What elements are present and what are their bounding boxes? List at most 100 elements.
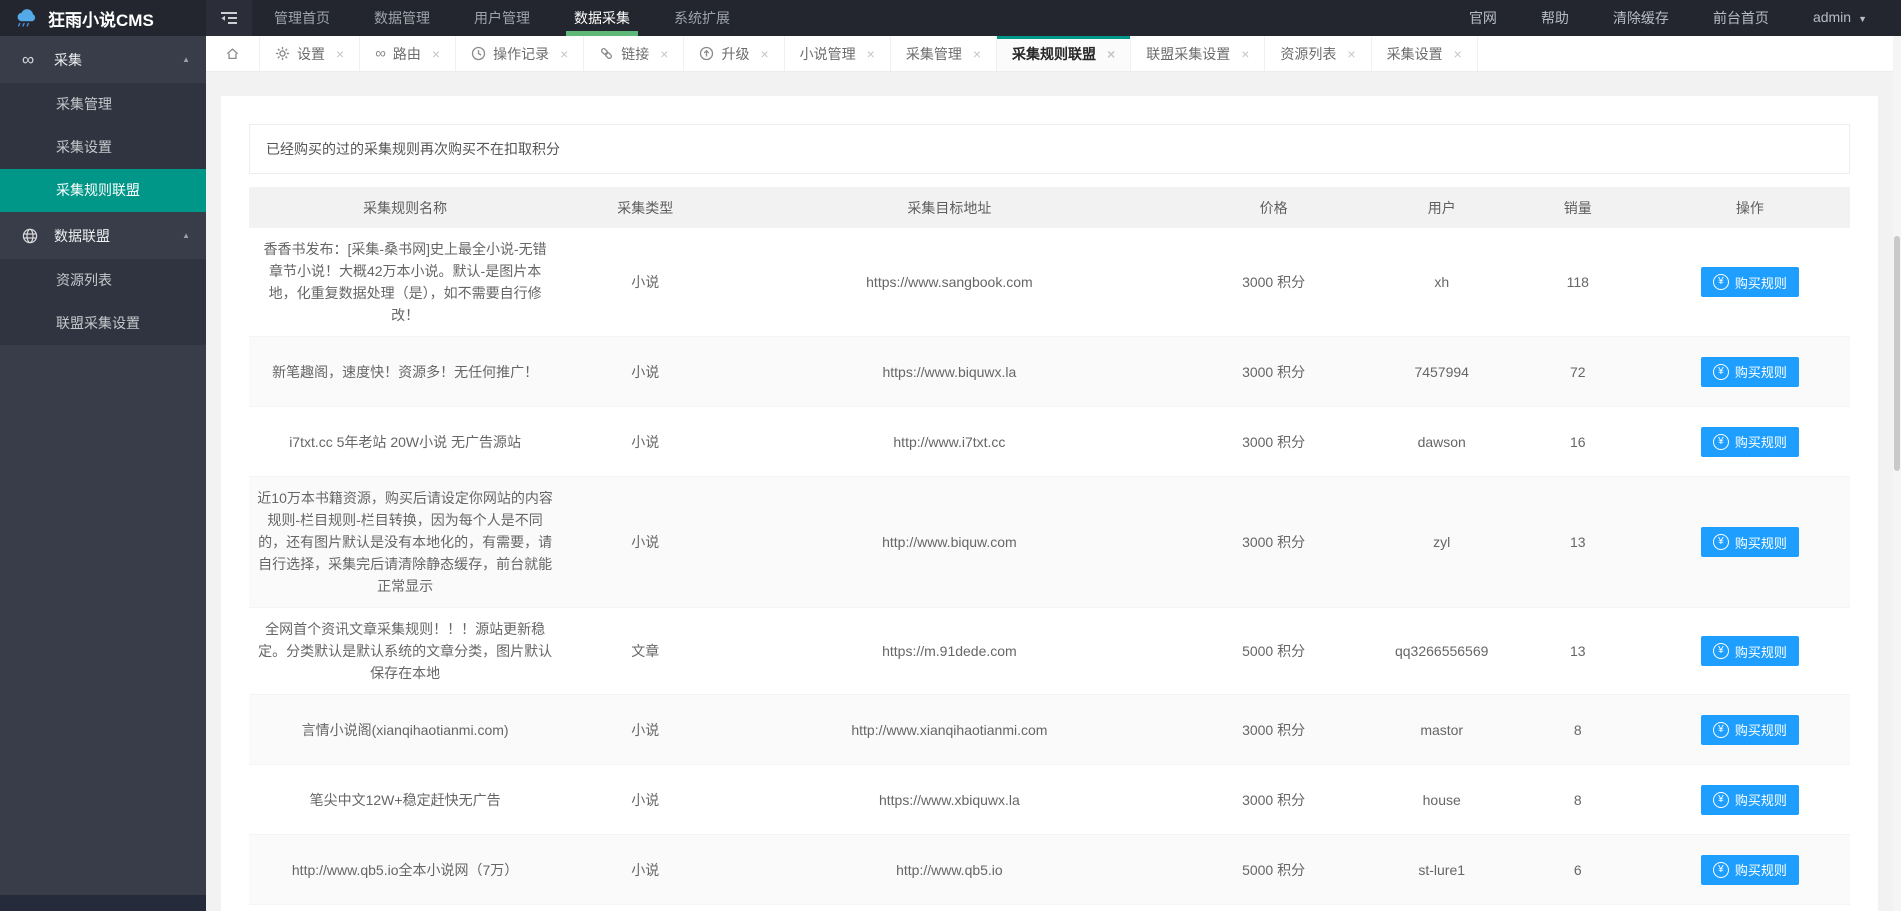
sidebar-item[interactable]: 采集管理 [0, 83, 206, 126]
buy-rule-label: 购买规则 [1735, 432, 1787, 451]
table-row: 近10万本书籍资源，购买后请设定你网站的内容规则-栏目规则-栏目转换，因为每个人… [249, 477, 1850, 608]
cell-sales: 8 [1506, 765, 1650, 835]
topnav-item[interactable]: 用户管理 [452, 0, 552, 36]
user-menu[interactable]: admin▼ [1791, 0, 1889, 37]
sidebar-section-label: 采集 [54, 50, 82, 70]
cell-user: house [1378, 765, 1506, 835]
tab-close-icon[interactable]: × [1347, 46, 1355, 62]
topnav-item[interactable]: 管理首页 [252, 0, 352, 36]
cell-type: 小说 [561, 695, 729, 765]
sidebar-item[interactable]: 采集规则联盟 [0, 169, 206, 212]
tab-home[interactable] [206, 36, 260, 71]
tab-item[interactable]: 联盟采集设置× [1131, 36, 1265, 71]
tab-item[interactable]: 操作记录 × [456, 36, 584, 71]
buy-rule-button[interactable]: ¥购买规则 [1701, 715, 1799, 745]
tab-item[interactable]: 链接 × [584, 36, 684, 71]
column-header: 采集规则名称 [249, 187, 561, 228]
table-row: 新笔趣阁，速度快！资源多！无任何推广！小说https://www.biquwx.… [249, 337, 1850, 407]
table-row: 香香书发布：[采集-桑书网]史上最全小说-无错章节小说！大概42万本小说。默认-… [249, 228, 1850, 337]
cell-action: ¥购买规则 [1650, 407, 1850, 477]
cell-price: 5000 积分 [1170, 835, 1378, 905]
cell-type: 小说 [561, 407, 729, 477]
tab-close-icon[interactable]: × [867, 46, 875, 62]
topnav-item[interactable]: 系统扩展 [652, 0, 752, 36]
topnav-right-item[interactable]: 官网 [1447, 0, 1519, 36]
chevron-up-icon: ▲ [182, 231, 190, 240]
tab-label: 采集规则联盟 [1012, 44, 1096, 64]
tab-close-icon[interactable]: × [1107, 46, 1115, 62]
cell-name: 笔尖中文12W+稳定赶快无广告 [249, 765, 561, 835]
topnav-right-item[interactable]: 前台首页 [1691, 0, 1791, 36]
topnav-right-item[interactable]: 帮助 [1519, 0, 1591, 36]
cell-name: i7txt.cc 5年老站 20W小说 无广告源站 [249, 407, 561, 477]
table-header-row: 采集规则名称采集类型采集目标地址价格用户销量操作 [249, 187, 1850, 228]
yen-circle-icon: ¥ [1713, 792, 1729, 808]
tab-item[interactable]: 升级 × [684, 36, 784, 71]
sidebar-section-header[interactable]: 数据联盟▲ [0, 212, 206, 259]
buy-rule-button[interactable]: ¥购买规则 [1701, 427, 1799, 457]
cell-sales: 16 [1506, 407, 1650, 477]
tab-label: 资源列表 [1280, 44, 1336, 64]
cell-url: https://www.230book.net [729, 905, 1169, 911]
tab-item[interactable]: 小说管理× [785, 36, 891, 71]
cell-user: 小鸡炖蘑菇 [1378, 905, 1506, 911]
sidebar-submenu: 采集管理采集设置采集规则联盟 [0, 83, 206, 212]
buy-rule-button[interactable]: ¥ 购买规则 [1701, 785, 1799, 815]
tab-item[interactable]: 采集规则联盟 × [997, 36, 1131, 71]
buy-rule-button[interactable]: ¥购买规则 [1701, 357, 1799, 387]
sidebar-item[interactable]: 采集设置 [0, 126, 206, 169]
cell-action: ¥ 购买规则 [1650, 765, 1850, 835]
topnav-right-item[interactable]: 清除缓存 [1591, 0, 1691, 36]
buy-rule-button[interactable]: ¥购买规则 [1701, 855, 1799, 885]
tab-item[interactable]: 设置× [260, 36, 360, 71]
tab-item[interactable]: ∞路由× [360, 36, 456, 71]
main-content: 已经购买的过的采集规则再次购买不在扣取积分 采集规则名称采集类型采集目标地址价格… [206, 72, 1893, 911]
tab-close-icon[interactable]: × [336, 46, 344, 62]
column-header: 价格 [1170, 187, 1378, 228]
buy-rule-button[interactable]: ¥购买规则 [1701, 267, 1799, 297]
top-nav: 管理首页数据管理用户管理数据采集系统扩展 [252, 0, 752, 36]
tab-label: 升级 [721, 44, 749, 64]
topnav-item[interactable]: 数据管理 [352, 0, 452, 36]
table-row: 言情小说阁(xianqihaotianmi.com)小说http://www.x… [249, 695, 1850, 765]
home-icon [225, 46, 240, 61]
cell-url: https://www.biquwx.la [729, 337, 1169, 407]
scrollbar-thumb[interactable] [1894, 236, 1900, 471]
buy-rule-label: 购买规则 [1735, 790, 1787, 809]
tab-close-icon[interactable]: × [1241, 46, 1249, 62]
tab-label: 操作记录 [493, 44, 549, 64]
tab-close-icon[interactable]: × [432, 46, 440, 62]
cell-type: 小说 [561, 337, 729, 407]
clock-icon [471, 46, 486, 61]
cell-url: https://m.91dede.com [729, 608, 1169, 695]
user-name: admin [1813, 9, 1851, 25]
tab-close-icon[interactable]: × [560, 46, 568, 62]
table-row: 顶点小说230book.net小说https://www.230book.net… [249, 905, 1850, 911]
tab-close-icon[interactable]: × [660, 46, 668, 62]
tab-item[interactable]: 采集设置× [1372, 36, 1478, 71]
tab-close-icon[interactable]: × [760, 46, 768, 62]
sidebar-item[interactable]: 资源列表 [0, 259, 206, 302]
vertical-scrollbar[interactable] [1893, 36, 1901, 911]
cell-user: qq3266556569 [1378, 608, 1506, 695]
app-logo[interactable]: 狂雨小说CMS [0, 0, 206, 36]
buy-rule-button[interactable]: ¥购买规则 [1701, 527, 1799, 557]
sidebar-item[interactable]: 联盟采集设置 [0, 302, 206, 345]
buy-rule-button[interactable]: ¥购买规则 [1701, 636, 1799, 666]
collapse-sidebar-icon[interactable] [206, 0, 252, 36]
cell-type: 小说 [561, 765, 729, 835]
tab-item[interactable]: 资源列表 × [1265, 36, 1371, 71]
cell-action: ¥购买规则 [1650, 835, 1850, 905]
cell-action: ¥购买规则 [1650, 477, 1850, 608]
tab-close-icon[interactable]: × [973, 46, 981, 62]
chevron-up-icon: ▲ [182, 55, 190, 64]
tab-item[interactable]: 采集管理× [891, 36, 997, 71]
cell-type: 小说 [561, 905, 729, 911]
sidebar-section-header[interactable]: ∞采集▲ [0, 36, 206, 83]
topnav-item[interactable]: 数据采集 [552, 0, 652, 36]
cell-sales: 8 [1506, 695, 1650, 765]
cell-price: 3000 积分 [1170, 228, 1378, 337]
tab-close-icon[interactable]: × [1454, 46, 1462, 62]
tab-label: 链接 [621, 44, 649, 64]
table-row: 笔尖中文12W+稳定赶快无广告小说https://www.xbiquwx.la3… [249, 765, 1850, 835]
